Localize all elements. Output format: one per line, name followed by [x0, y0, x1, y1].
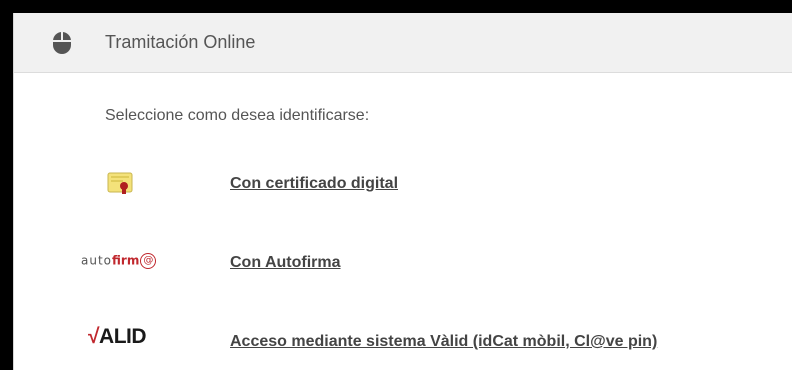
identification-prompt: Seleccione como desea identificarse: — [105, 107, 370, 124]
autofirma-logo: autofirm @ — [81, 253, 157, 269]
option-certificado-digital[interactable]: Con certificado digital — [14, 165, 792, 205]
tramitacion-panel: Tramitación Online Seleccione como desea… — [13, 13, 792, 370]
option-autofirma[interactable]: autofirm @ Con Autofirma — [14, 243, 792, 283]
certificate-icon — [107, 171, 133, 200]
option-valid[interactable]: √ALID Acceso mediante sistema Vàlid (idC… — [14, 321, 792, 361]
panel-header: Tramitación Online — [14, 13, 792, 73]
autofirma-link[interactable]: Con Autofirma — [230, 254, 341, 272]
panel-title: Tramitación Online — [105, 32, 256, 52]
valid-link[interactable]: Acceso mediante sistema Vàlid (idCat mòb… — [230, 333, 657, 351]
valid-logo: √ALID — [88, 325, 147, 348]
mouse-icon — [52, 31, 72, 55]
certificado-digital-link[interactable]: Con certificado digital — [230, 175, 398, 193]
